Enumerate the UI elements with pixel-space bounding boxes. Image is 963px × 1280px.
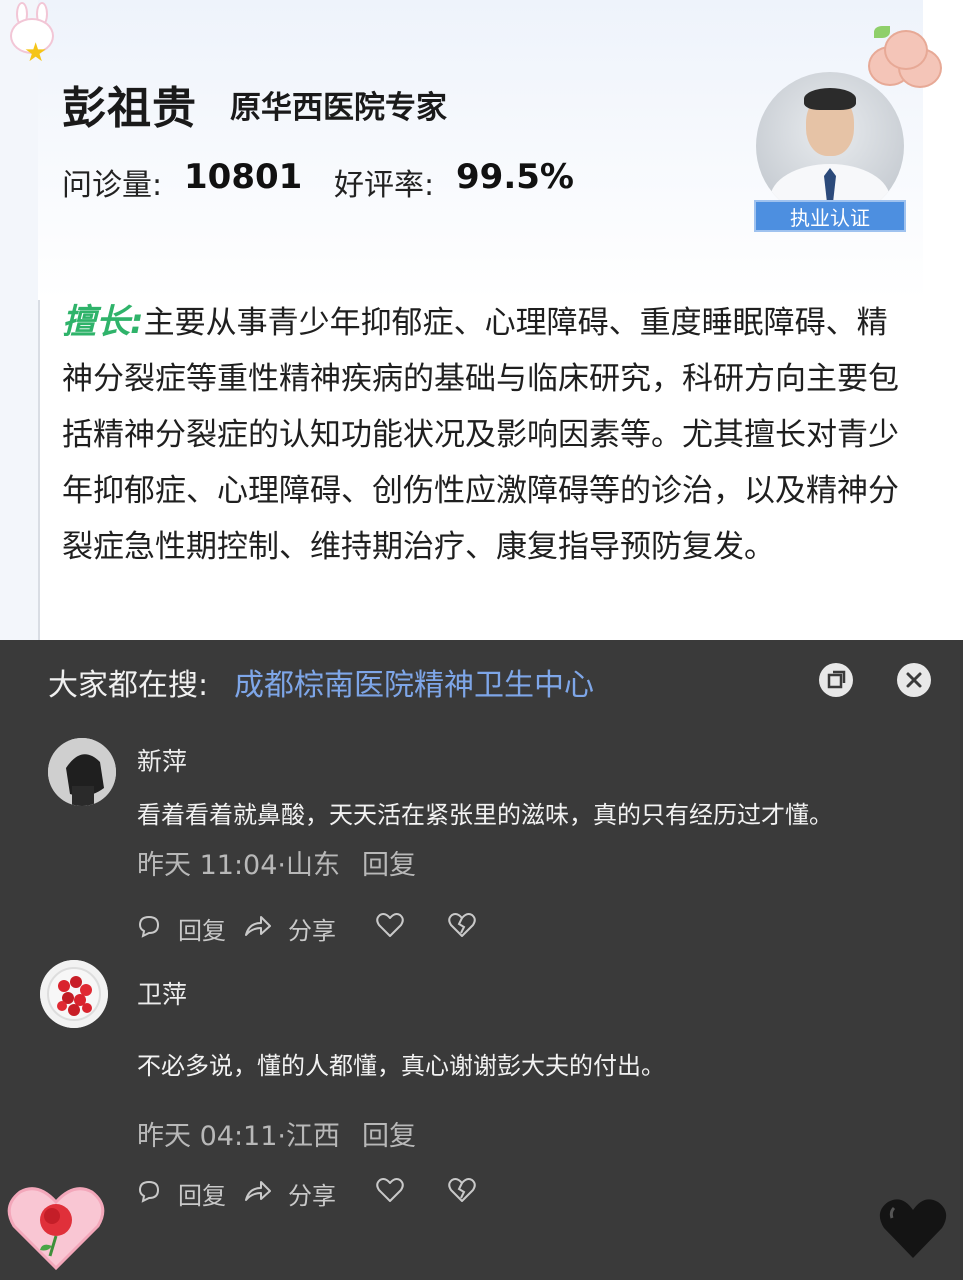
certified-badge: 执业认证 xyxy=(754,200,906,232)
share-icon[interactable] xyxy=(243,913,273,939)
comment-time-location: 昨天 11:04·山东 xyxy=(137,850,340,881)
specialty-description: 擅长:主要从事青少年抑郁症、心理障碍、重度睡眠障碍、精神分裂症等重性精神疾病的基… xyxy=(62,294,912,575)
rose-heart-sticker-icon xyxy=(6,1180,106,1276)
comment-reply-link[interactable]: 回复 xyxy=(362,843,416,882)
comment-text: 看着看着就鼻酸，天天活在紧张里的滋味，真的只有经历过才懂。 xyxy=(137,801,833,829)
trending-search-link[interactable]: 成都棕南医院精神卫生中心 xyxy=(234,660,594,704)
share-action[interactable]: 分享 xyxy=(288,911,336,946)
commenter-avatar[interactable] xyxy=(40,960,108,1028)
commenter-avatar[interactable] xyxy=(48,738,116,806)
heart-icon[interactable] xyxy=(375,1176,405,1204)
doctor-title: 原华西医院专家 xyxy=(230,90,447,126)
commenter-name[interactable]: 卫萍 xyxy=(137,975,187,1011)
share-action[interactable]: 分享 xyxy=(288,1176,336,1211)
close-icon[interactable] xyxy=(897,663,931,697)
rating-value: 99.5% xyxy=(456,157,574,197)
reply-action[interactable]: 回复 xyxy=(178,1176,226,1211)
commenter-name[interactable]: 新萍 xyxy=(137,742,187,778)
comment-icon[interactable] xyxy=(136,913,162,939)
consult-count-value: 10801 xyxy=(184,157,303,197)
comment-icon[interactable] xyxy=(136,1178,162,1204)
comment-time-location: 昨天 04:11·江西 xyxy=(137,1121,340,1152)
comment-reply-link[interactable]: 回复 xyxy=(362,1114,416,1153)
doctor-photo xyxy=(756,72,904,220)
doctor-name: 彭祖贵 xyxy=(62,83,197,134)
reply-action[interactable]: 回复 xyxy=(178,911,226,946)
consult-count-label: 问诊量: xyxy=(62,168,163,203)
broken-heart-icon[interactable] xyxy=(447,1176,477,1204)
doctor-avatar[interactable]: 执业认证 xyxy=(754,72,906,232)
heart-icon[interactable] xyxy=(375,911,405,939)
specialty-text: 主要从事青少年抑郁症、心理障碍、重度睡眠障碍、精神分裂症等重性精神疾病的基础与临… xyxy=(62,305,899,565)
black-heart-icon xyxy=(878,1196,948,1264)
share-icon[interactable] xyxy=(243,1178,273,1204)
broken-heart-icon[interactable] xyxy=(447,911,477,939)
trending-search-label: 大家都在搜: xyxy=(48,668,209,703)
comment-text: 不必多说，懂的人都懂，真心谢谢彭大夫的付出。 xyxy=(137,1052,665,1080)
specialty-tag: 擅长: xyxy=(62,302,144,342)
restore-icon[interactable] xyxy=(819,663,853,697)
rating-label: 好评率: xyxy=(334,168,435,203)
cloud-sticker-icon xyxy=(868,26,948,90)
